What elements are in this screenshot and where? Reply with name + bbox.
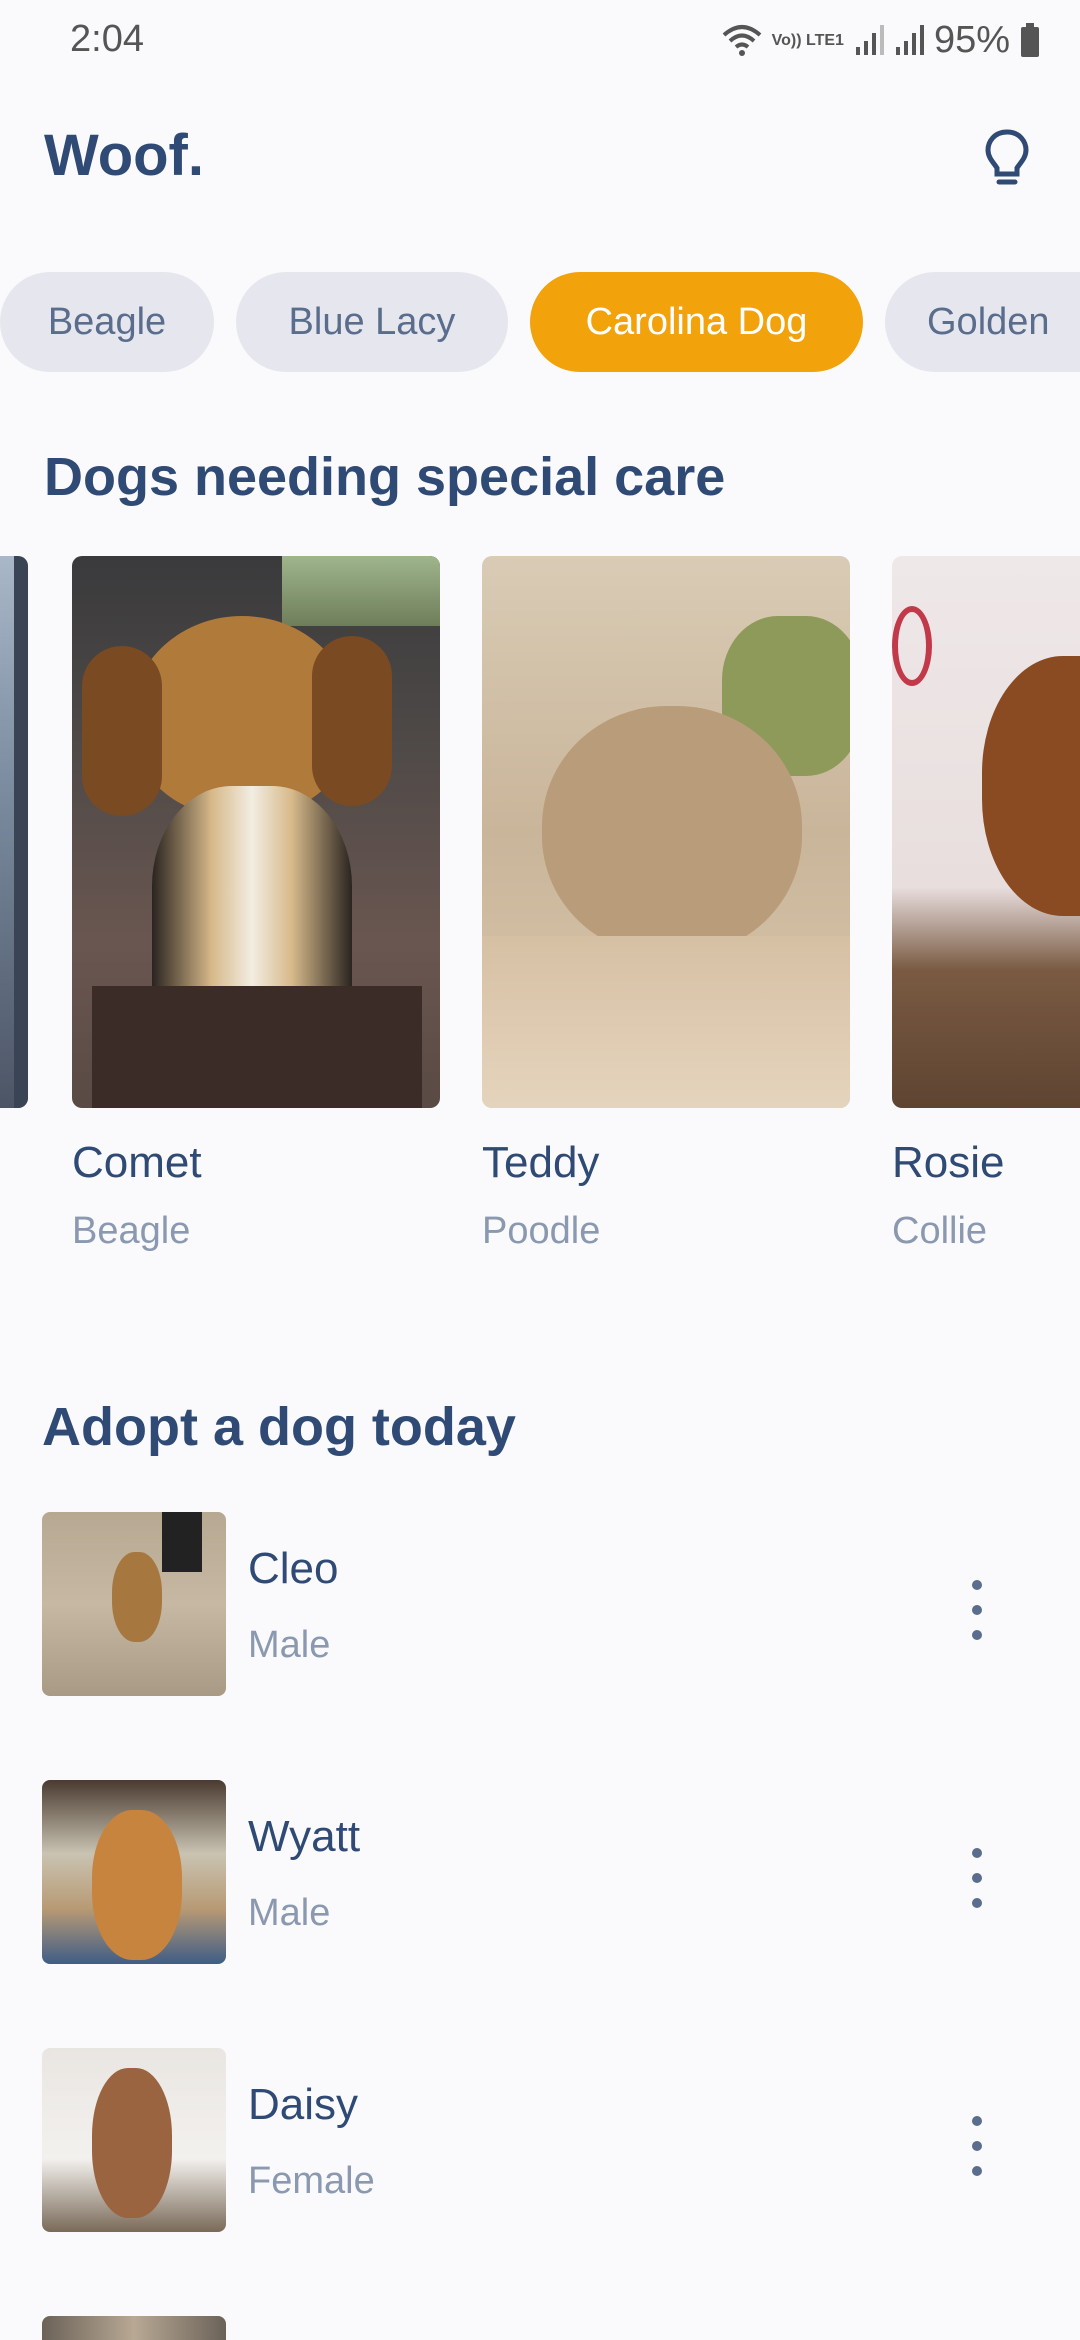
signal-icon: [895, 25, 924, 55]
wifi-icon: [722, 25, 761, 56]
battery-percent: 95%: [933, 18, 1010, 61]
status-time: 2:04: [70, 18, 144, 60]
dog-photo: [72, 556, 440, 1108]
chip-blue-lacy[interactable]: Blue Lacy: [236, 272, 508, 372]
chip-beagle[interactable]: Beagle: [0, 272, 214, 372]
list-item-wyatt[interactable]: Wyatt Male: [42, 1780, 1042, 1966]
breed-filter-chips: Beagle Blue Lacy Carolina Dog Golden: [0, 272, 1080, 372]
chip-golden[interactable]: Golden: [885, 272, 1080, 372]
dog-thumbnail-partial[interactable]: [42, 2316, 226, 2340]
dog-thumbnail: [42, 2048, 226, 2232]
more-options-icon[interactable]: [962, 1580, 992, 1640]
dog-breed: Beagle: [72, 1210, 191, 1252]
more-options-icon[interactable]: [962, 1848, 992, 1908]
dog-sex: Male: [248, 1892, 331, 1934]
list-item-daisy[interactable]: Daisy Female: [42, 2048, 1042, 2234]
battery-icon: [1021, 23, 1039, 57]
dog-card-teddy[interactable]: Teddy Poodle: [482, 556, 850, 1253]
dog-name: Comet: [72, 1138, 202, 1187]
app-title: Woof.: [44, 123, 204, 188]
special-care-carousel[interactable]: Comet Beagle Teddy Poodle Rosie Collie: [0, 556, 1080, 1276]
dog-breed: Collie: [892, 1210, 988, 1252]
dog-name: Teddy: [482, 1138, 600, 1187]
network-type-label: Vo)) LTE1: [771, 31, 844, 49]
dog-sex: Female: [248, 2160, 375, 2202]
dog-name: Daisy: [248, 2080, 359, 2129]
lightbulb-icon[interactable]: [982, 128, 1032, 188]
dog-photo: [482, 556, 850, 1108]
dog-thumbnail: [42, 1780, 226, 1964]
adopt-heading: Adopt a dog today: [42, 1397, 516, 1457]
dog-breed: Poodle: [482, 1210, 601, 1252]
more-options-icon[interactable]: [962, 2116, 992, 2176]
dog-photo: [892, 556, 1080, 1108]
special-care-heading: Dogs needing special care: [44, 447, 726, 507]
signal-icon: [855, 25, 884, 55]
status-icons: Vo)) LTE1 95%: [722, 16, 1040, 64]
dog-card-comet[interactable]: Comet Beagle: [72, 556, 440, 1253]
dog-thumbnail: [42, 1512, 226, 1696]
dog-name: Wyatt: [248, 1812, 361, 1861]
dog-name: Cleo: [248, 1544, 339, 1593]
dog-name: Rosie: [892, 1138, 1005, 1187]
dog-photo-partial[interactable]: [0, 556, 28, 1108]
dog-card-rosie[interactable]: Rosie Collie: [892, 556, 1080, 1253]
chip-carolina-dog[interactable]: Carolina Dog: [530, 272, 863, 372]
list-item-cleo[interactable]: Cleo Male: [42, 1512, 1042, 1698]
dog-sex: Male: [248, 1624, 331, 1666]
